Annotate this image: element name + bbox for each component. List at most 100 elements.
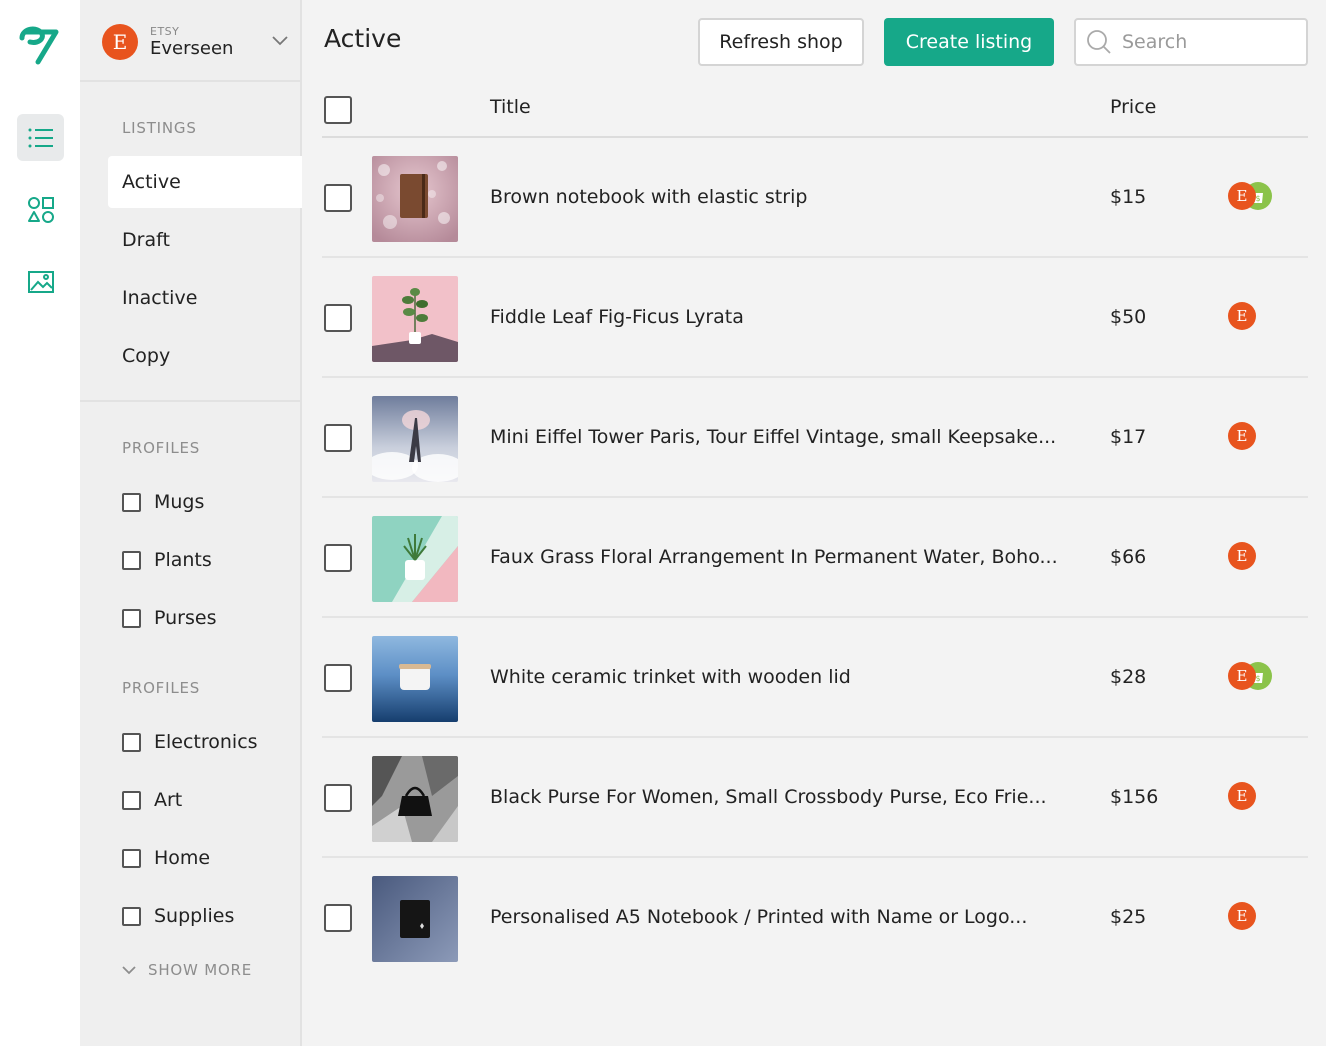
- profiles-section-title: PROFILES: [122, 679, 201, 697]
- profile-label: Art: [154, 789, 183, 811]
- etsy-icon: E: [1228, 662, 1256, 690]
- etsy-icon: E: [1228, 542, 1256, 570]
- media-nav-button[interactable]: [17, 258, 64, 305]
- table-row[interactable]: Personalised A5 Notebook / Printed with …: [322, 858, 1308, 978]
- select-all-checkbox[interactable]: [324, 96, 352, 124]
- search-box[interactable]: [1074, 18, 1308, 66]
- table-row[interactable]: Faux Grass Floral Arrangement In Permane…: [322, 498, 1308, 618]
- table-header: Title Price: [322, 84, 1308, 138]
- chevron-down-icon[interactable]: [272, 36, 288, 46]
- etsy-icon: E: [1228, 782, 1256, 810]
- profile-filter-plants[interactable]: Plants: [122, 549, 212, 571]
- create-listing-button[interactable]: Create listing: [884, 18, 1054, 66]
- profile-filter-electronics[interactable]: Electronics: [122, 731, 258, 753]
- product-thumbnail: [372, 876, 458, 962]
- shop-avatar: E: [102, 24, 138, 60]
- sidebar-item-inactive[interactable]: Inactive: [108, 272, 302, 324]
- listing-price: $17: [1110, 426, 1147, 448]
- image-icon: [27, 270, 54, 293]
- shop-switcher[interactable]: E ETSY Everseen: [80, 0, 302, 82]
- svg-text:$: $: [1255, 674, 1260, 683]
- listings-section-title: LISTINGS: [122, 119, 197, 137]
- etsy-icon: E: [1228, 902, 1256, 930]
- row-checkbox[interactable]: [324, 904, 352, 932]
- profile-filter-home[interactable]: Home: [122, 847, 210, 869]
- profile-label: Purses: [154, 607, 217, 629]
- sidebar-item-draft[interactable]: Draft: [108, 214, 302, 266]
- table-row[interactable]: Mini Eiffel Tower Paris, Tour Eiffel Vin…: [322, 378, 1308, 498]
- row-checkbox[interactable]: [324, 664, 352, 692]
- profile-filter-purses[interactable]: Purses: [122, 607, 216, 629]
- profile-filter-supplies[interactable]: Supplies: [122, 905, 234, 927]
- listing-title[interactable]: Mini Eiffel Tower Paris, Tour Eiffel Vin…: [490, 426, 1056, 448]
- svg-text:$: $: [1255, 194, 1260, 203]
- profile-label: Supplies: [154, 905, 235, 927]
- listing-price: $66: [1110, 546, 1147, 568]
- table-row[interactable]: White ceramic trinket with wooden lid $2…: [322, 618, 1308, 738]
- show-more-label: SHOW MORE: [148, 961, 253, 979]
- listing-title[interactable]: White ceramic trinket with wooden lid: [490, 666, 851, 688]
- profile-checkbox[interactable]: [122, 732, 141, 752]
- row-checkbox[interactable]: [324, 544, 352, 572]
- sidebar-item-active[interactable]: Active: [108, 156, 312, 208]
- sidebar-item-label: Active: [122, 171, 181, 193]
- profile-label: Mugs: [154, 491, 205, 513]
- table-row[interactable]: Black Purse For Women, Small Crossbody P…: [322, 738, 1308, 858]
- listings-nav-button[interactable]: [17, 114, 64, 161]
- app-logo-icon[interactable]: [16, 22, 64, 66]
- show-more-button[interactable]: SHOW MORE: [122, 961, 252, 979]
- profile-checkbox[interactable]: [122, 848, 141, 868]
- sidebar-item-label: Inactive: [122, 287, 198, 309]
- product-thumbnail: [372, 156, 458, 242]
- product-thumbnail: [372, 516, 458, 602]
- profile-label: Home: [154, 847, 211, 869]
- catalog-nav-button[interactable]: [17, 186, 64, 233]
- profile-filter-art[interactable]: Art: [122, 789, 182, 811]
- listing-title[interactable]: Fiddle Leaf Fig-Ficus Lyrata: [490, 306, 744, 328]
- listing-price: $25: [1110, 906, 1147, 928]
- listing-price: $15: [1110, 186, 1147, 208]
- row-checkbox[interactable]: [324, 304, 352, 332]
- listing-title[interactable]: Black Purse For Women, Small Crossbody P…: [490, 786, 1047, 808]
- sidebar-item-label: Draft: [122, 229, 170, 251]
- profile-label: Electronics: [154, 731, 258, 753]
- etsy-icon: E: [1228, 182, 1256, 210]
- profile-checkbox[interactable]: [122, 608, 141, 628]
- main-content: Active Refresh shop Create listing Title…: [302, 0, 1326, 1046]
- listing-title[interactable]: Personalised A5 Notebook / Printed with …: [490, 906, 1027, 928]
- search-input[interactable]: [1122, 31, 1282, 53]
- profile-filter-mugs[interactable]: Mugs: [122, 491, 204, 513]
- icon-rail: [0, 0, 80, 1046]
- refresh-shop-button[interactable]: Refresh shop: [698, 18, 864, 66]
- table-row[interactable]: Fiddle Leaf Fig-Ficus Lyrata $50 E: [322, 258, 1308, 378]
- shop-platform-label: ETSY: [150, 25, 180, 38]
- product-thumbnail: [372, 636, 458, 722]
- sidebar-item-label: Copy: [122, 345, 171, 367]
- listing-price: $50: [1110, 306, 1147, 328]
- list-icon: [28, 128, 53, 147]
- profile-checkbox[interactable]: [122, 492, 141, 512]
- profile-checkbox[interactable]: [122, 550, 141, 570]
- listing-title[interactable]: Brown notebook with elastic strip: [490, 186, 807, 208]
- listing-title[interactable]: Faux Grass Floral Arrangement In Permane…: [490, 546, 1058, 568]
- row-checkbox[interactable]: [324, 424, 352, 452]
- product-thumbnail: [372, 276, 458, 362]
- sidebar: E ETSY Everseen LISTINGS Active Draft In…: [80, 0, 312, 1046]
- product-thumbnail: [372, 396, 458, 482]
- sidebar-item-copy[interactable]: Copy: [108, 330, 302, 382]
- search-icon: [1087, 30, 1111, 54]
- product-thumbnail: [372, 756, 458, 842]
- title-column-header[interactable]: Title: [490, 96, 531, 118]
- chevron-down-icon: [122, 965, 136, 974]
- row-checkbox[interactable]: [324, 784, 352, 812]
- table-row[interactable]: Brown notebook with elastic strip $15 $ …: [322, 138, 1308, 258]
- row-checkbox[interactable]: [324, 184, 352, 212]
- profile-checkbox[interactable]: [122, 790, 141, 810]
- listing-price: $156: [1110, 786, 1159, 808]
- price-column-header[interactable]: Price: [1110, 96, 1156, 118]
- listing-price: $28: [1110, 666, 1147, 688]
- profile-checkbox[interactable]: [122, 906, 141, 926]
- page-title: Active: [324, 24, 402, 53]
- profile-label: Plants: [154, 549, 212, 571]
- shop-name: Everseen: [150, 38, 234, 59]
